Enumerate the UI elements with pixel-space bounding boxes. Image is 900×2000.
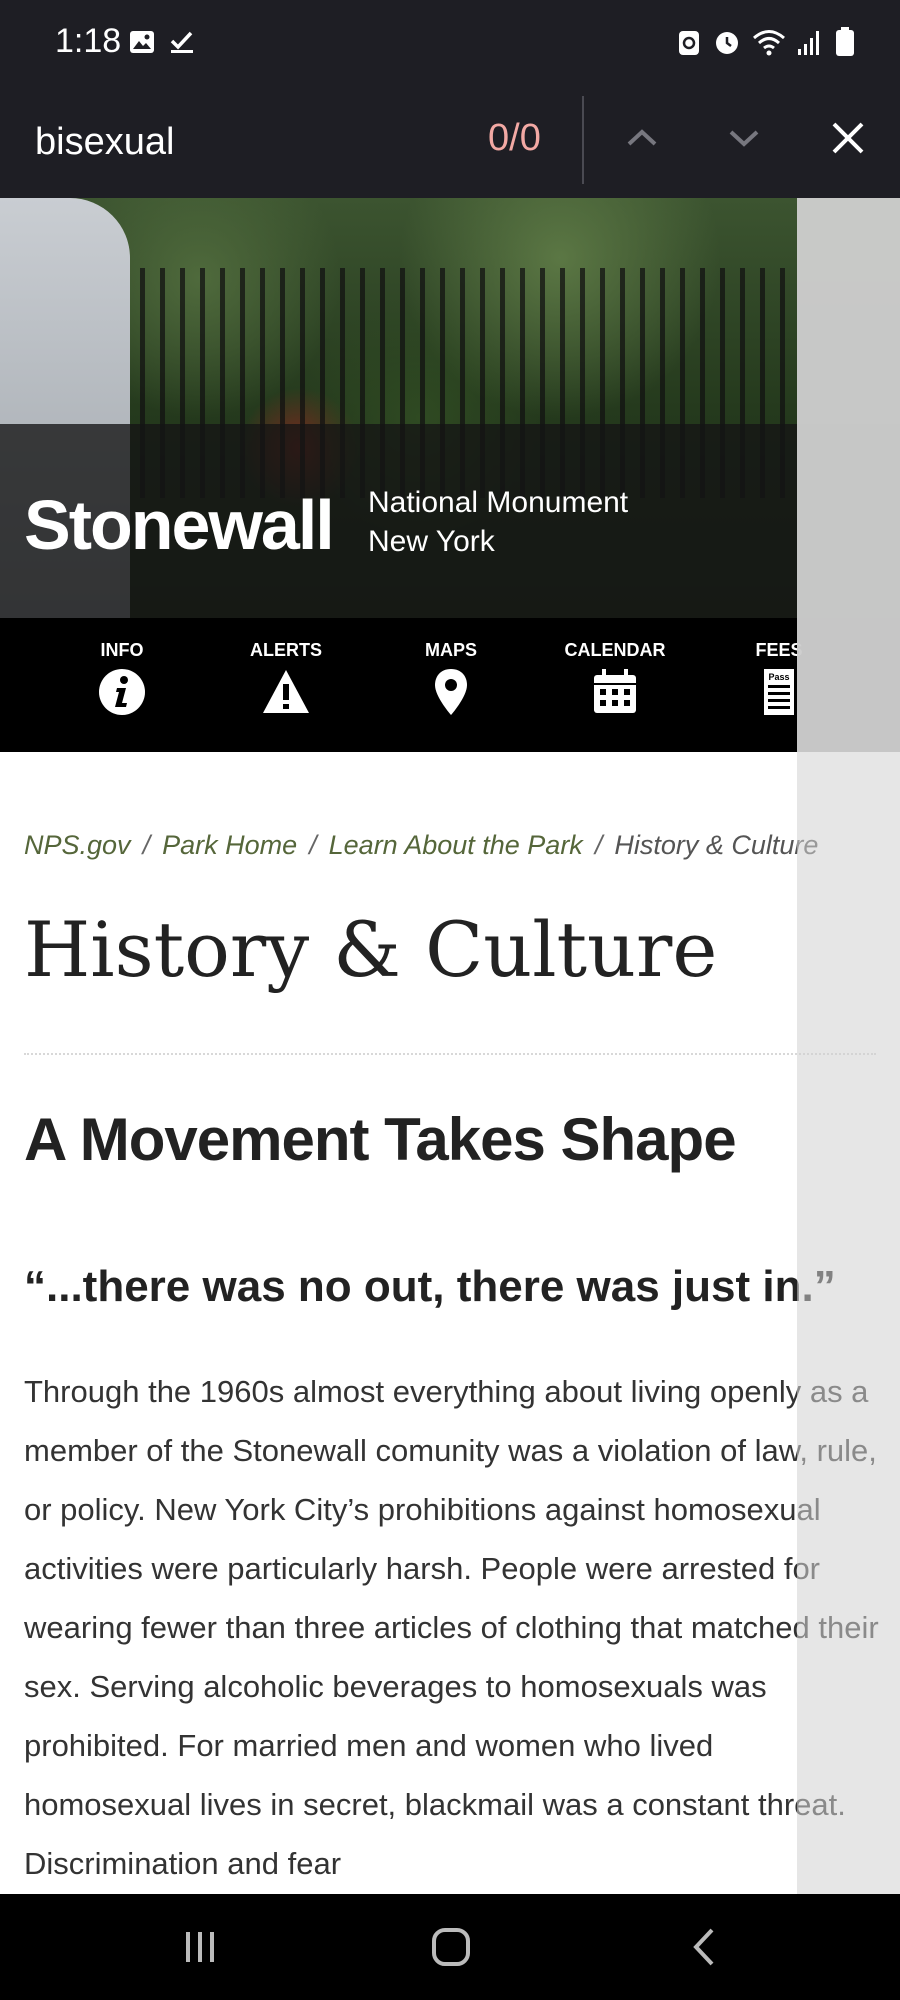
body-paragraph: Through the 1960s almost everything abou… xyxy=(24,1374,879,1881)
find-previous-button[interactable] xyxy=(612,108,672,168)
image-icon xyxy=(130,31,154,53)
map-pin-icon xyxy=(435,669,467,715)
find-input[interactable] xyxy=(35,112,465,172)
breadcrumb-separator: / xyxy=(142,830,151,860)
recents-button[interactable] xyxy=(170,1924,230,1970)
breadcrumb-current: History & Culture xyxy=(614,830,819,860)
find-divider xyxy=(582,96,584,184)
alert-icon xyxy=(263,670,309,713)
breadcrumb-link-learn[interactable]: Learn About the Park xyxy=(329,830,583,860)
pass-icon-text: Pass xyxy=(768,672,789,682)
home-button[interactable] xyxy=(421,1924,481,1970)
nav-item-alerts[interactable]: ALERTS xyxy=(216,640,356,717)
find-match-count: 0/0 xyxy=(488,117,541,159)
nav-item-calendar[interactable]: CALENDAR xyxy=(545,640,685,717)
designation-line-1: National Monument xyxy=(368,486,629,519)
designation-line-2: New York xyxy=(368,525,495,558)
wifi-icon xyxy=(753,30,785,56)
nav-item-maps[interactable]: MAPS xyxy=(381,640,521,717)
status-bar: 1:18 xyxy=(0,0,900,90)
find-close-button[interactable] xyxy=(818,108,878,168)
park-name[interactable]: Stonewall xyxy=(24,485,335,565)
status-time: 1:18 xyxy=(55,22,122,60)
breadcrumb-separator: / xyxy=(309,830,317,860)
back-icon xyxy=(693,1928,714,1966)
section-heading: A Movement Takes Shape xyxy=(24,1106,737,1173)
nav-label-calendar: CALENDAR xyxy=(564,640,666,660)
find-in-page-bar: 0/0 xyxy=(0,90,900,198)
alarm-icon xyxy=(716,32,738,54)
nav-item-info[interactable]: INFO xyxy=(52,640,192,717)
info-icon xyxy=(99,669,145,715)
calendar-icon xyxy=(594,669,636,713)
breadcrumb: NPS.gov / Park Home / Learn About the Park / H… xyxy=(24,830,818,861)
nav-label-fees: FEES xyxy=(755,640,803,660)
check-icon xyxy=(170,31,193,53)
find-next-button[interactable] xyxy=(714,108,774,168)
system-nav-bar xyxy=(0,1894,900,2000)
quote-heading: “...there was no out, there was just in.… xyxy=(24,1262,836,1311)
chevron-up-icon xyxy=(627,129,657,146)
pass-icon: Pass xyxy=(764,669,794,715)
signal-icon xyxy=(798,31,819,55)
title-divider xyxy=(24,1053,876,1055)
battery-icon xyxy=(836,27,854,56)
home-icon xyxy=(432,1928,470,1966)
back-button[interactable] xyxy=(674,1924,734,1970)
close-icon xyxy=(832,122,864,154)
nav-label-alerts: ALERTS xyxy=(250,640,322,660)
sync-icon xyxy=(679,31,699,55)
breadcrumb-link-nps[interactable]: NPS.gov xyxy=(24,830,131,860)
breadcrumb-separator: / xyxy=(594,830,603,860)
chevron-down-icon xyxy=(729,130,759,147)
park-nav: INFO ALERTS MAPS CALENDAR FEES Pass xyxy=(0,618,900,752)
nav-item-fees[interactable]: FEES Pass xyxy=(709,640,849,717)
breadcrumb-link-park-home[interactable]: Park Home xyxy=(162,830,297,860)
page-title: History & Culture xyxy=(24,905,718,994)
nav-label-info: INFO xyxy=(100,640,144,660)
recents-icon xyxy=(186,1932,214,1962)
nav-label-maps: MAPS xyxy=(424,640,477,660)
park-designation: National Monument New York xyxy=(368,483,628,561)
